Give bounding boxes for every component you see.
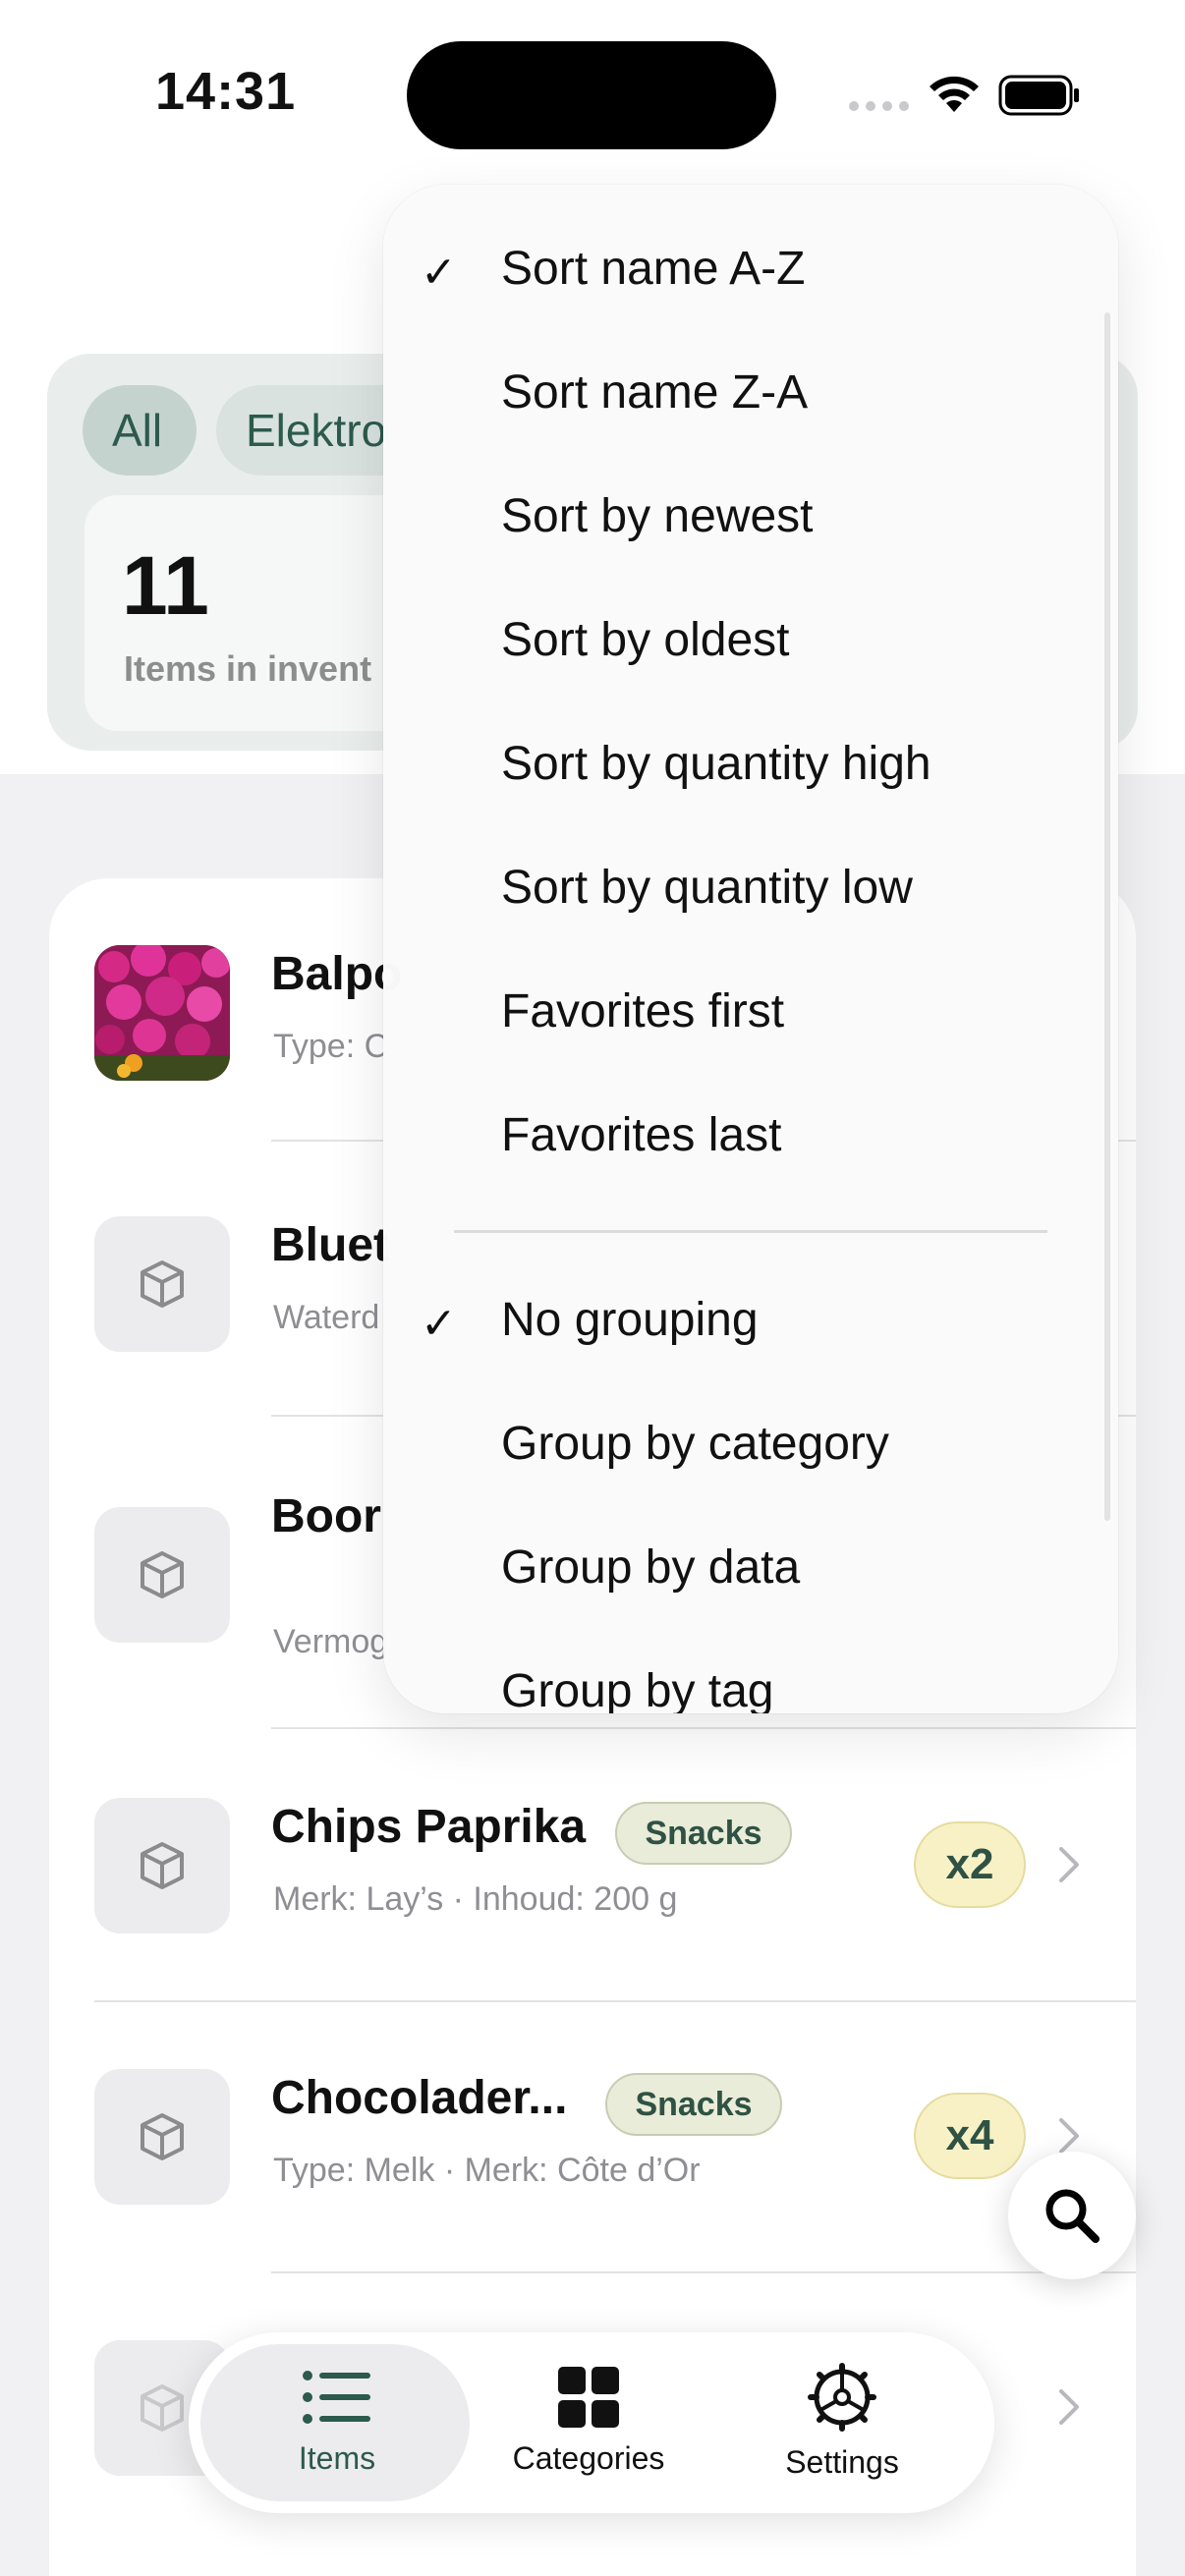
tab-settings[interactable]: Settings (709, 2363, 975, 2481)
item-title: Chips Paprika (271, 1801, 587, 1853)
tab-label: Categories (512, 2440, 665, 2476)
list-item[interactable]: Chocolader... Snacks Type: Melk · Merk: … (49, 2002, 1136, 2273)
menu-item-sort-newest[interactable]: Sort by newest (501, 489, 813, 543)
menu-item-sort-quantity-low[interactable]: Sort by quantity low (501, 861, 913, 915)
menu-item-sort-name-za[interactable]: Sort name Z-A (501, 365, 808, 420)
status-bar: 14:31 (0, 0, 1185, 187)
sort-menu: ✓ Sort name A-Z Sort name Z-A Sort by ne… (383, 185, 1118, 1713)
item-photo (94, 945, 230, 1081)
menu-item-sort-name-az[interactable]: Sort name A-Z (501, 242, 805, 296)
item-subtitle: Waterd (273, 1299, 380, 1336)
item-title: Boor (271, 1490, 381, 1542)
chevron-right-icon (1059, 1847, 1079, 1882)
item-subtitle: Type: Melk · Merk: Côte d’Or (273, 2152, 701, 2189)
item-title: Bluet (271, 1219, 389, 1271)
list-item[interactable]: Chips Paprika Snacks Merk: Lay’s · Inhou… (49, 1731, 1136, 2002)
package-icon (94, 1798, 230, 1933)
items-count-label: Items in invent (124, 648, 372, 689)
menu-scrollbar[interactable] (1104, 312, 1110, 1521)
checkmark-icon: ✓ (421, 1300, 457, 1348)
search-button[interactable] (1008, 2152, 1136, 2279)
tab-items[interactable]: Items (204, 2366, 470, 2477)
menu-item-no-grouping[interactable]: No grouping (501, 1293, 759, 1347)
category-badge: Snacks (615, 1802, 792, 1865)
package-icon (94, 2069, 230, 2205)
menu-item-group-by-tag[interactable]: Group by tag (501, 1664, 774, 1713)
package-icon (94, 1216, 230, 1352)
row-divider (271, 1727, 1136, 1729)
quantity-badge: x2 (914, 1821, 1026, 1908)
quantity-badge: x4 (914, 2093, 1026, 2179)
search-icon (1045, 2189, 1100, 2243)
items-count: 11 (122, 539, 209, 632)
menu-item-group-by-category[interactable]: Group by category (501, 1417, 889, 1471)
gear-icon (808, 2363, 876, 2432)
item-title: Chocolader... (271, 2072, 568, 2124)
menu-item-sort-oldest[interactable]: Sort by oldest (501, 613, 789, 667)
filter-chip-all[interactable]: All (83, 385, 197, 476)
tab-categories[interactable]: Categories (456, 2366, 721, 2477)
chevron-right-icon (1059, 2389, 1079, 2425)
flower-photo-icon (94, 945, 230, 1081)
menu-divider (454, 1230, 1047, 1233)
menu-item-favorites-last[interactable]: Favorites last (501, 1108, 781, 1162)
dynamic-island (407, 41, 776, 149)
battery-icon (998, 75, 1079, 116)
grid-icon (558, 2367, 619, 2428)
tab-label: Settings (785, 2444, 899, 2480)
item-subtitle: Vermog (273, 1623, 389, 1660)
package-icon (94, 1507, 230, 1643)
tab-bar: Items Categories Settings (189, 2332, 994, 2513)
category-badge: Snacks (605, 2073, 782, 2136)
tab-label: Items (298, 2440, 376, 2476)
checkmark-icon: ✓ (421, 249, 457, 297)
item-subtitle: Type: C (273, 1028, 389, 1065)
list-icon (303, 2371, 370, 2424)
cellular-signal-icon (849, 101, 909, 111)
item-subtitle: Merk: Lay’s · Inhoud: 200 g (273, 1880, 678, 1918)
menu-item-favorites-first[interactable]: Favorites first (501, 984, 784, 1038)
menu-item-sort-quantity-high[interactable]: Sort by quantity high (501, 737, 931, 791)
menu-item-group-by-data[interactable]: Group by data (501, 1540, 800, 1595)
chevron-right-icon (1059, 2118, 1079, 2154)
status-time: 14:31 (155, 62, 297, 121)
wifi-icon (930, 76, 979, 112)
